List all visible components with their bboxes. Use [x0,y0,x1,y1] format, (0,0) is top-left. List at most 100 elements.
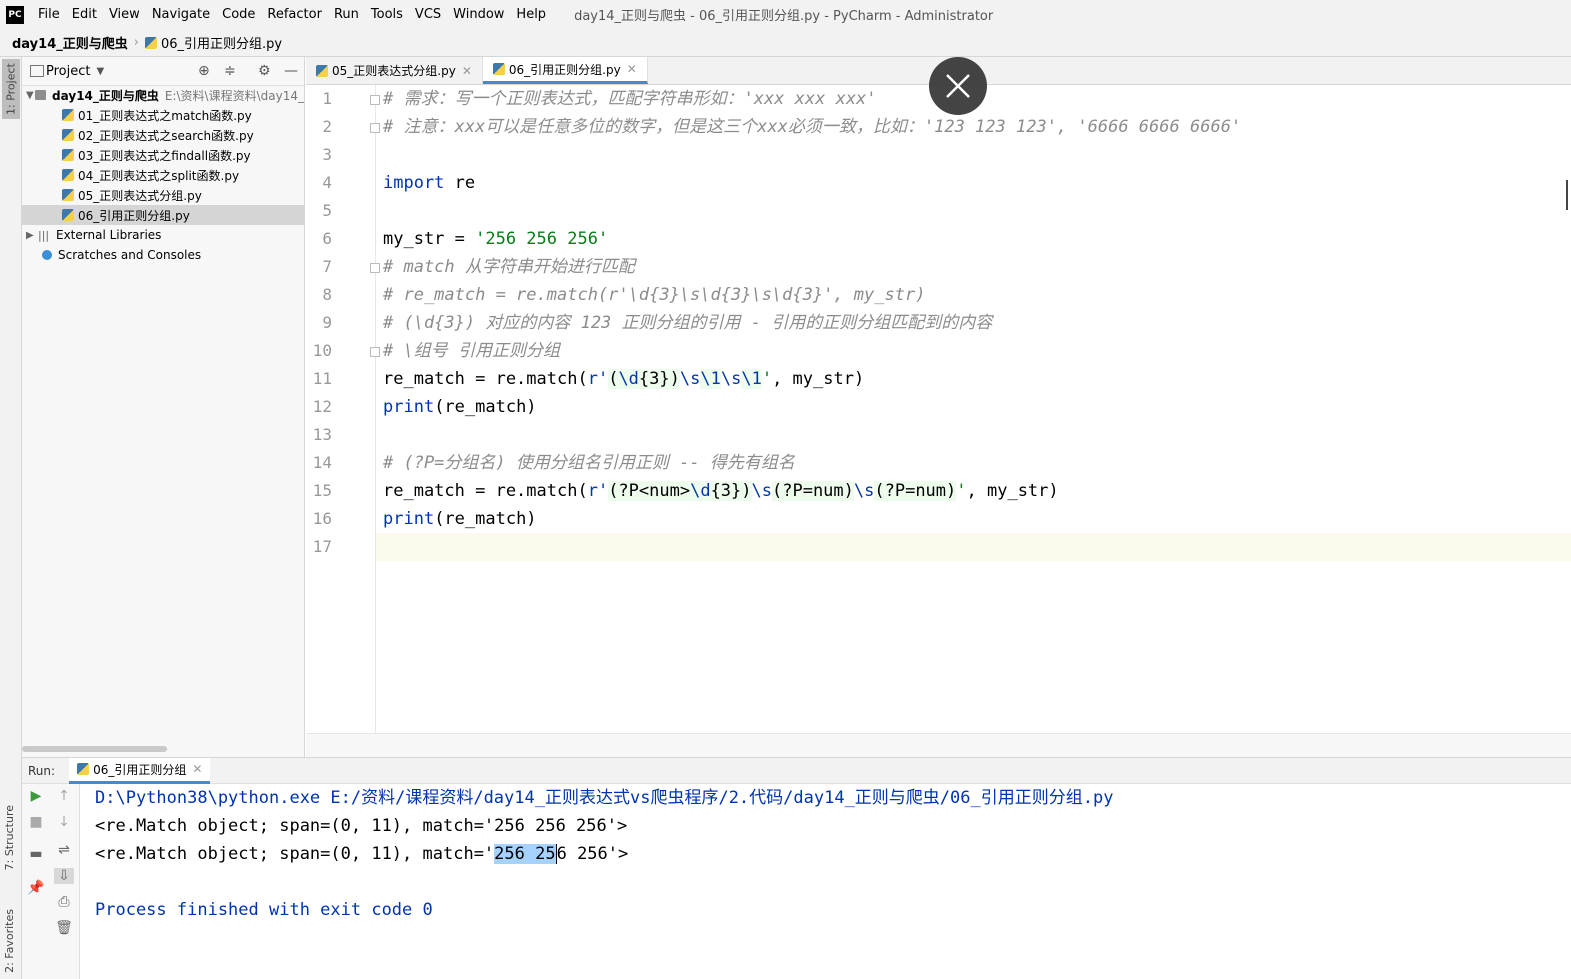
editor-tab[interactable]: 05_正则表达式分组.py ✕ [306,57,483,84]
layout-icon[interactable]: ▬ [26,846,46,862]
project-horizontal-scrollbar[interactable] [22,746,167,752]
up-arrow-icon[interactable]: ↑ [54,788,74,804]
tree-file[interactable]: 02_正则表达式之search函数.py [22,125,304,145]
regex-quantifier: {3}) [638,369,680,389]
menu-file[interactable]: File [32,7,66,22]
fold-marker-icon[interactable] [370,263,380,273]
tool-tab-structure[interactable]: 7: Structure [3,805,16,870]
pin-icon[interactable]: 📌 [26,880,46,896]
run-label: Run: [28,763,56,778]
project-view-icon [30,65,44,77]
tree-root-path: E:\资料\课程资料\day14_ [164,88,304,103]
gear-icon[interactable]: ⚙ [258,63,271,79]
soft-wrap-icon[interactable]: ⇌ [54,842,74,858]
tree-root-folder[interactable]: ▼ day14_正则与爬虫 E:\资料\课程资料\day14_ [22,85,304,105]
regex-escape: \s [679,369,701,389]
breadcrumb-file[interactable]: 06_引用正则分组.py [141,33,286,52]
code-text: , my_str) [966,481,1059,501]
regex-named-backref: (?P=num) [874,481,957,501]
python-file-icon [492,63,505,75]
project-panel-title[interactable]: Project [46,64,90,79]
menu-window[interactable]: Window [447,7,510,22]
project-panel: Project ▼ ⊕ ≑ ⚙ — ▼ day14_正则与爬虫 E:\资料\课程… [22,57,305,757]
line-number: 17 [312,537,332,556]
down-arrow-icon[interactable]: ↓ [54,814,74,830]
regex-backref: \1 [741,369,762,389]
collapsed-arrow-icon[interactable]: ▶ [26,230,38,241]
tree-file[interactable]: 01_正则表达式之match函数.py [22,105,304,125]
breadcrumb-project[interactable]: day14_正则与爬虫 [8,33,132,52]
trash-icon[interactable]: 🗑 [54,920,74,936]
line-number: 13 [312,425,332,444]
tool-tab-favorites[interactable]: 2: Favorites [3,909,16,973]
code-line-16: print(re_match) [383,505,537,533]
raw-prefix: r' [587,369,609,389]
window-title: day14_正则与爬虫 - 06_引用正则分组.py - PyCharm - A… [574,9,994,24]
rerun-icon[interactable]: ▶ [26,788,46,804]
tool-tab-project[interactable]: 1: Project [2,59,20,119]
chevron-down-icon[interactable]: ▼ [96,66,104,77]
close-tab-icon[interactable]: ✕ [627,62,637,76]
minimize-icon[interactable]: — [284,63,298,79]
code-line-12: print(re_match) [383,393,537,421]
editor-tab-label: 05_正则表达式分组.py [332,64,456,78]
tree-scratches[interactable]: Scratches and Consoles [22,245,304,265]
close-tab-icon[interactable]: ✕ [462,64,472,78]
code-line-11: re_match = re.match(r'(\d{3})\s\1\s\1', … [383,365,864,393]
menu-refactor[interactable]: Refactor [261,7,328,22]
code-line-8: # re_match = re.match(r'\d{3}\s\d{3}\s\d… [383,285,926,305]
line-number-gutter[interactable]: 1 2 3 4 5 6 7 8 9 10 11 12 13 14 15 16 1… [306,85,380,733]
line-number: 6 [322,229,332,248]
code-line-9: # (\d{3}) 对应的内容 123 正则分组的引用 - 引用的正则分组匹配到… [383,313,993,333]
scroll-to-end-icon[interactable]: ⇩ [54,868,74,884]
tree-external-libraries[interactable]: ▶ ||| External Libraries [22,225,304,245]
string-quote: ' [956,481,967,501]
builtin-function: print [383,397,435,417]
python-file-icon [62,109,74,121]
menu-edit[interactable]: Edit [66,7,103,22]
code-text: (re_match) [434,397,537,417]
tree-file-label: 05_正则表达式分组.py [78,188,202,203]
menu-vcs[interactable]: VCS [409,7,447,22]
code-line-2: # 注意：xxx可以是任意多位的数字，但是这三个xxx必须一致，比如：'123 … [383,117,1242,137]
menu-help[interactable]: Help [510,7,552,22]
menu-view[interactable]: View [103,7,146,22]
fold-marker-icon[interactable] [370,347,380,357]
regex-escape: \s [751,481,772,501]
menu-tools[interactable]: Tools [365,7,409,22]
menu-navigate[interactable]: Navigate [146,7,216,22]
python-file-icon [144,37,157,49]
menu-code[interactable]: Code [216,7,261,22]
code-text: , my_str) [772,369,865,389]
code-line-14: # (?P=分组名) 使用分组名引用正则 -- 得先有组名 [383,453,795,473]
tree-file[interactable]: 05_正则表达式分组.py [22,185,304,205]
print-icon[interactable]: ⎙ [54,894,74,910]
editor-scrollbar-mark[interactable] [1566,180,1568,210]
editor-bottom-bar [306,733,1571,757]
tree-file[interactable]: 03_正则表达式之findall函数.py [22,145,304,165]
locate-icon[interactable]: ⊕ [198,63,210,79]
left-tool-stripe: 1: Project 7: Structure 2: Favorites [0,57,22,979]
editor-tab-active[interactable]: 06_引用正则分组.py ✕ [482,57,648,84]
python-file-icon [62,129,74,141]
line-number: 14 [312,453,332,472]
regex-quantifier: {3}) [710,481,752,501]
run-tab[interactable]: 06_引用正则分组 ✕ [69,757,211,784]
regex-named-backref: (?P=num) [772,481,854,501]
overlay-close-button[interactable] [929,57,987,115]
tree-file-selected[interactable]: 06_引用正则分组.py [22,205,304,225]
expanded-arrow-icon[interactable]: ▼ [26,90,35,101]
console-output[interactable]: D:\Python38\python.exe E:/资料/课程资料/day14_… [95,784,1565,979]
stop-icon[interactable]: ■ [26,814,46,830]
fold-marker-icon[interactable] [370,123,380,133]
collapse-all-icon[interactable]: ≑ [224,63,236,79]
tree-file[interactable]: 04_正则表达式之split函数.py [22,165,304,185]
tree-root-name: day14_正则与爬虫 [52,88,159,103]
project-panel-header: Project ▼ ⊕ ≑ ⚙ — [22,57,304,86]
menu-run[interactable]: Run [328,7,365,22]
code-editor[interactable]: # 需求：写一个正则表达式，匹配字符串形如：'xxx xxx xxx' # 注意… [383,85,1568,733]
regex-escape: \d [690,481,711,501]
close-tab-icon[interactable]: ✕ [192,762,202,776]
fold-marker-icon[interactable] [370,95,380,105]
code-text: re_match = re.match( [383,369,588,389]
